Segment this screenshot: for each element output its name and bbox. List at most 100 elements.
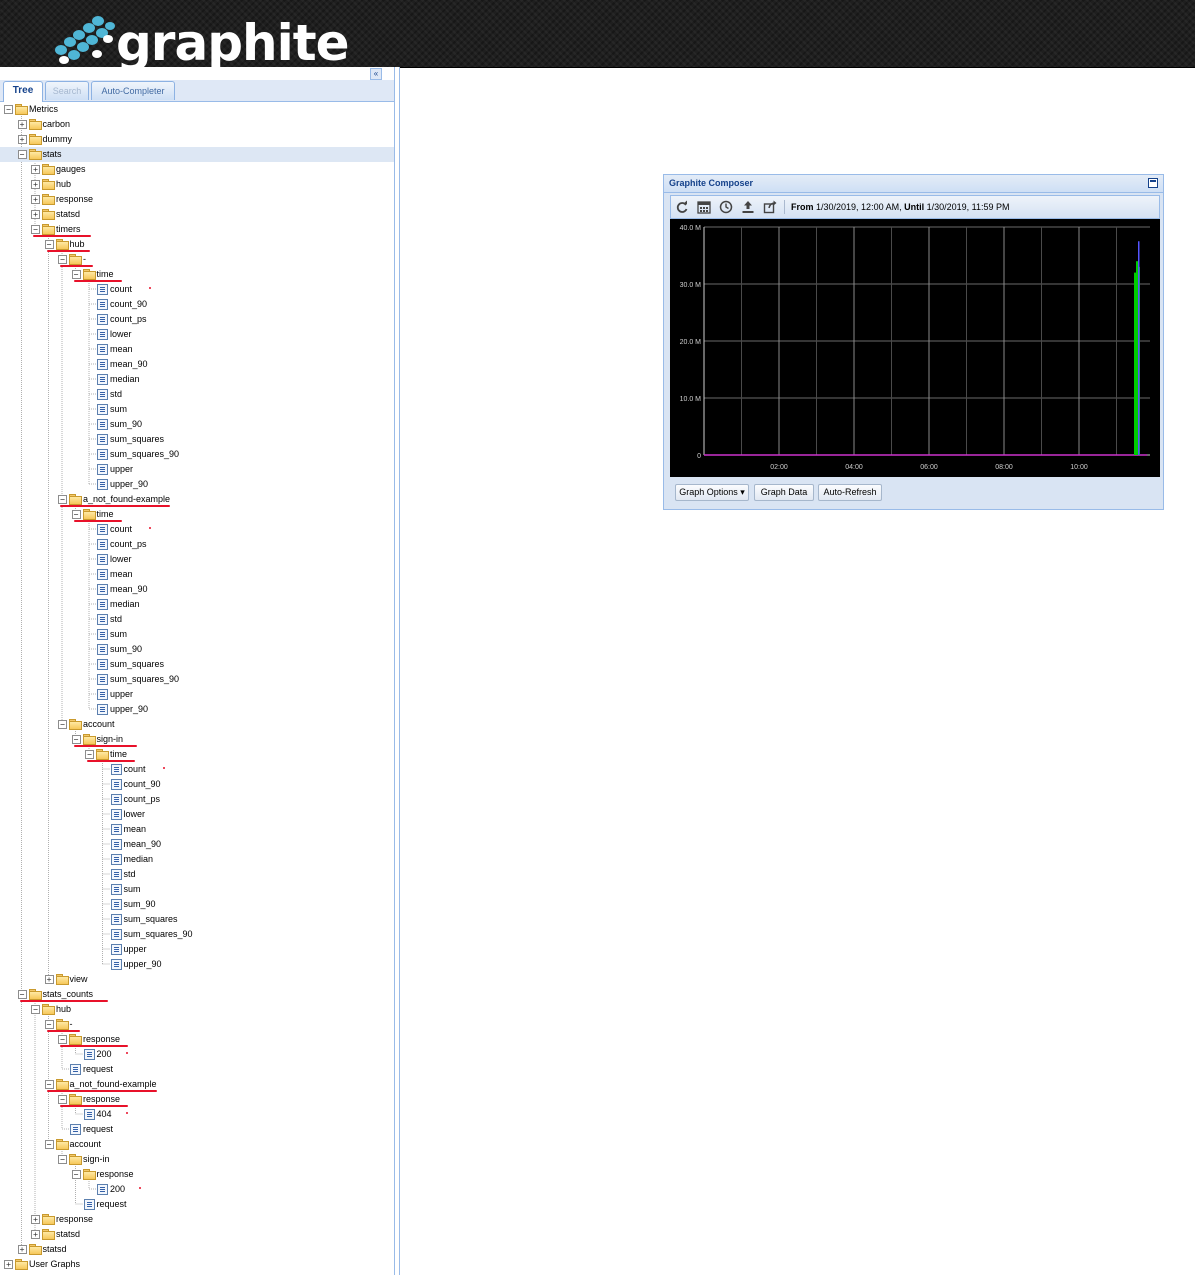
collapse-icon[interactable]: −: [44, 1140, 54, 1149]
tree-node-std[interactable]: std: [0, 612, 394, 627]
tree-node-sum[interactable]: sum: [0, 627, 394, 642]
tree-node-time[interactable]: − time: [0, 747, 394, 762]
calendar-icon[interactable]: [697, 200, 711, 214]
tree-node-count-ps[interactable]: count_ps: [0, 537, 394, 552]
expand-icon[interactable]: +: [31, 210, 40, 219]
collapse-icon[interactable]: −: [58, 1035, 67, 1044]
tree-node-count-90[interactable]: count_90: [0, 777, 394, 792]
graph-options-button[interactable]: Graph Options ▾: [675, 484, 749, 501]
graph-data-button[interactable]: Graph Data: [754, 484, 814, 501]
tree-node-view[interactable]: + view: [0, 972, 394, 987]
tree-node-count-ps[interactable]: count_ps: [0, 312, 394, 327]
maximize-icon[interactable]: [1148, 178, 1158, 188]
tree-node-404[interactable]: 404: [0, 1107, 394, 1122]
collapse-icon[interactable]: −: [85, 750, 94, 759]
tree-node-statsd[interactable]: + statsd: [0, 1227, 394, 1242]
tree-node-request[interactable]: request: [0, 1122, 394, 1137]
tree-node-response[interactable]: − response: [0, 1167, 394, 1182]
upload-icon[interactable]: [741, 200, 755, 214]
expand-icon[interactable]: +: [31, 195, 40, 204]
tree-node-std[interactable]: std: [0, 387, 394, 402]
expand-icon[interactable]: +: [31, 1230, 40, 1239]
tree-node-time[interactable]: − time: [0, 507, 394, 522]
expand-icon[interactable]: +: [31, 1215, 40, 1224]
tree-node-stats[interactable]: − stats: [0, 147, 394, 162]
tree-node-user-graphs[interactable]: + User Graphs: [0, 1257, 394, 1272]
tree-node-gauges[interactable]: + gauges: [0, 162, 394, 177]
tab-auto-completer[interactable]: Auto-Completer: [91, 81, 175, 100]
expand-icon[interactable]: +: [17, 135, 27, 144]
collapse-icon[interactable]: −: [71, 270, 81, 279]
tree-node-upper[interactable]: upper: [0, 462, 394, 477]
collapse-icon[interactable]: −: [58, 1095, 67, 1104]
tree-node-count[interactable]: count: [0, 762, 394, 777]
tree-node-upper-90[interactable]: upper_90: [0, 957, 394, 972]
tree-node-upper-90[interactable]: upper_90: [0, 702, 394, 717]
tree-node-sum-90[interactable]: sum_90: [0, 897, 394, 912]
collapse-icon[interactable]: −: [17, 150, 27, 159]
graph-image[interactable]: 0 10.0 M 20.0 M 30.0 M 40.0 M 02:00 04:00 06:00…: [670, 219, 1160, 477]
tree-node-mean-90[interactable]: mean_90: [0, 837, 394, 852]
auto-refresh-button[interactable]: Auto-Refresh: [818, 484, 882, 501]
tree-node-request[interactable]: request: [0, 1197, 394, 1212]
tree-node-mean-90[interactable]: mean_90: [0, 582, 394, 597]
tree-node-median[interactable]: median: [0, 597, 394, 612]
tree-node-mean[interactable]: mean: [0, 567, 394, 582]
tree-node-sign-in[interactable]: − sign-in: [0, 1152, 394, 1167]
clock-icon[interactable]: [719, 200, 733, 214]
collapse-icon[interactable]: −: [71, 1170, 81, 1179]
tree-node-carbon[interactable]: + carbon: [0, 117, 394, 132]
tree-node-sum-squares-90[interactable]: sum_squares_90: [0, 927, 394, 942]
collapse-icon[interactable]: −: [44, 1080, 54, 1089]
tree-node-count-ps[interactable]: count_ps: [0, 792, 394, 807]
tree-node-lower[interactable]: lower: [0, 327, 394, 342]
collapse-icon[interactable]: −: [44, 240, 54, 249]
expand-icon[interactable]: +: [17, 1245, 27, 1254]
tree-node-sign-in[interactable]: − sign-in: [0, 732, 394, 747]
collapse-icon[interactable]: −: [71, 510, 81, 519]
tree-node-sum-squares-90[interactable]: sum_squares_90: [0, 672, 394, 687]
tree-node-sum[interactable]: sum: [0, 402, 394, 417]
expand-icon[interactable]: +: [31, 165, 40, 174]
tree-node-statsd[interactable]: + statsd: [0, 1242, 394, 1257]
tree-node-upper-90[interactable]: upper_90: [0, 477, 394, 492]
tree-node-sum-squares[interactable]: sum_squares: [0, 432, 394, 447]
collapse-icon[interactable]: −: [58, 255, 67, 264]
collapse-icon[interactable]: −: [58, 495, 67, 504]
expand-icon[interactable]: +: [31, 180, 40, 189]
tree-node-count[interactable]: count: [0, 522, 394, 537]
tab-search[interactable]: Search: [45, 81, 89, 100]
collapse-icon[interactable]: −: [71, 735, 81, 744]
collapse-icon[interactable]: −: [4, 105, 13, 114]
tree-node-median[interactable]: median: [0, 372, 394, 387]
tab-tree[interactable]: Tree: [3, 81, 43, 102]
tree-node-sum-90[interactable]: sum_90: [0, 417, 394, 432]
tree-node-sum-squares[interactable]: sum_squares: [0, 912, 394, 927]
tree-node-statsd[interactable]: + statsd: [0, 207, 394, 222]
tree-node-upper[interactable]: upper: [0, 942, 394, 957]
collapse-icon[interactable]: −: [31, 225, 40, 234]
tree-node-lower[interactable]: lower: [0, 552, 394, 567]
tree-node-response[interactable]: + response: [0, 1212, 394, 1227]
tree-node-dummy[interactable]: + dummy: [0, 132, 394, 147]
tree-node-sum-squares-90[interactable]: sum_squares_90: [0, 447, 394, 462]
tree-node-account[interactable]: − account: [0, 1137, 394, 1152]
tree-node-mean[interactable]: mean: [0, 822, 394, 837]
panel-splitter[interactable]: [395, 67, 400, 1275]
expand-icon[interactable]: +: [17, 120, 27, 129]
tree-node-request[interactable]: request: [0, 1062, 394, 1077]
composer-header[interactable]: Graphite Composer: [664, 175, 1163, 193]
tree-node-count-90[interactable]: count_90: [0, 297, 394, 312]
tree-node-std[interactable]: std: [0, 867, 394, 882]
collapse-panel-icon[interactable]: «: [370, 68, 382, 80]
collapse-icon[interactable]: −: [58, 1155, 67, 1164]
tree-node-upper[interactable]: upper: [0, 687, 394, 702]
collapse-icon[interactable]: −: [17, 990, 27, 999]
tree-node-hub[interactable]: − hub: [0, 1002, 394, 1017]
refresh-icon[interactable]: [675, 200, 689, 214]
tree-node-mean-90[interactable]: mean_90: [0, 357, 394, 372]
tree-node-count[interactable]: count: [0, 282, 394, 297]
collapse-icon[interactable]: −: [31, 1005, 40, 1014]
tree-node-account[interactable]: − account: [0, 717, 394, 732]
tree-node-response[interactable]: + response: [0, 192, 394, 207]
